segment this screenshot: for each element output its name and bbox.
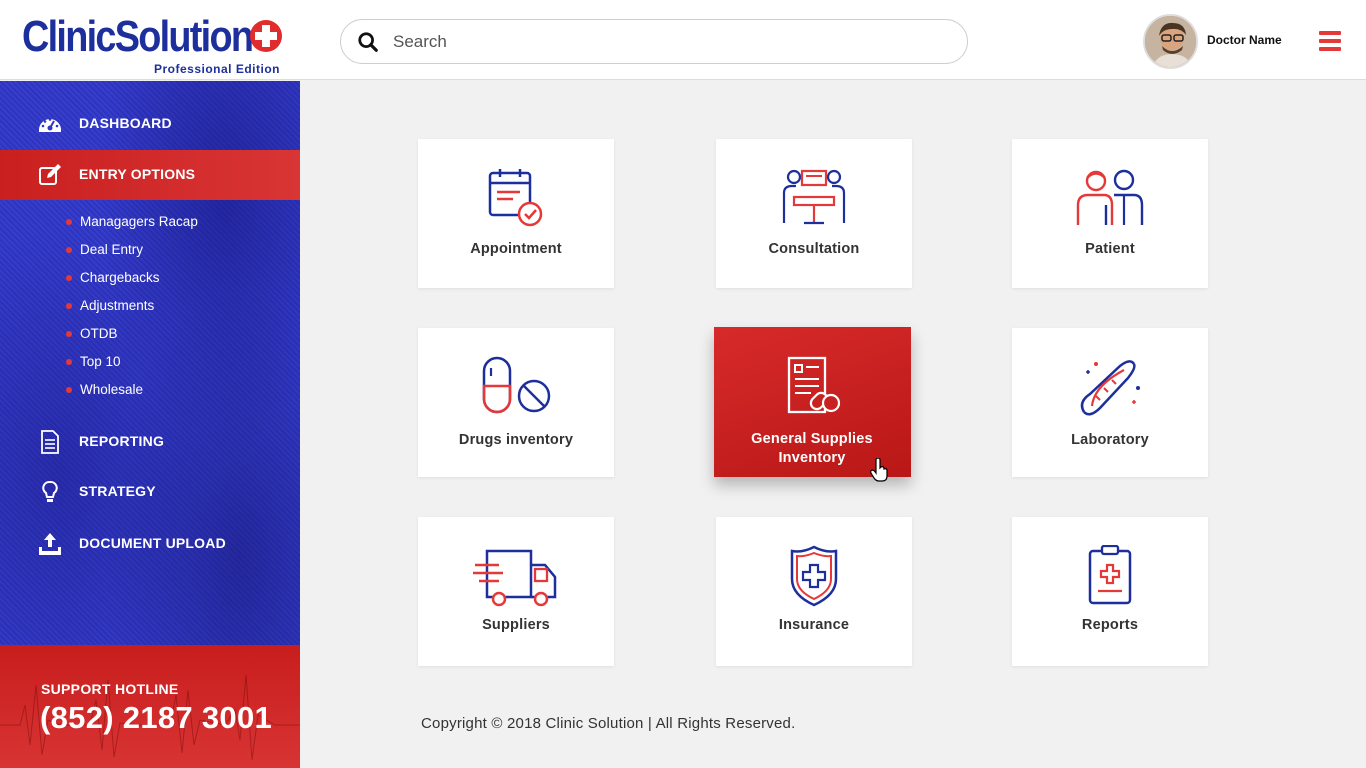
search-icon[interactable] xyxy=(357,31,379,53)
card-label: Drugs inventory xyxy=(458,432,574,448)
card-insurance[interactable]: Insurance xyxy=(716,517,912,666)
card-suppliers[interactable]: Suppliers xyxy=(418,517,614,666)
hamburger-menu-icon[interactable] xyxy=(1319,31,1341,51)
card-label: Suppliers xyxy=(482,617,550,633)
document-icon xyxy=(41,430,59,454)
bullet-icon xyxy=(66,303,72,309)
sidebar-item-label: DASHBOARD xyxy=(79,115,172,131)
card-appointment[interactable]: Appointment xyxy=(418,139,614,288)
sidebar-item-label: REPORTING xyxy=(79,433,165,449)
calendar-check-icon xyxy=(488,169,543,227)
avatar[interactable] xyxy=(1143,14,1198,69)
card-label: Insurance xyxy=(778,617,850,633)
sidebar-item-entry-options[interactable]: ENTRY OPTIONS xyxy=(0,150,300,200)
search-bar[interactable] xyxy=(340,19,968,64)
card-label: Consultation xyxy=(768,241,860,257)
sidebar-item-dashboard[interactable]: DASHBOARD xyxy=(0,99,300,149)
sidebar-item-document-upload[interactable]: DOCUMENT UPLOAD xyxy=(0,519,300,569)
logo-text: ClinicSolution xyxy=(22,12,254,61)
card-label-line1: General Supplies xyxy=(751,431,873,447)
bullet-icon xyxy=(66,387,72,393)
card-label: Patient xyxy=(1085,241,1135,257)
dashboard-gauge-icon xyxy=(39,118,61,132)
delivery-truck-icon xyxy=(473,549,557,607)
shield-cross-icon xyxy=(790,545,838,607)
card-label: Laboratory xyxy=(1071,432,1149,448)
card-consultation[interactable]: Consultation xyxy=(716,139,912,288)
card-label: Reports xyxy=(1081,617,1139,633)
patient-people-icon xyxy=(1076,169,1144,225)
sidebar-item-label: DOCUMENT UPLOAD xyxy=(79,535,226,551)
hotline-phone[interactable]: (852) 2187 3001 xyxy=(40,700,272,736)
search-input[interactable] xyxy=(393,28,953,56)
supplies-list-icon xyxy=(787,356,841,414)
pill-icon xyxy=(482,356,551,414)
bullet-icon xyxy=(66,219,72,225)
clipboard-cross-icon xyxy=(1088,545,1132,605)
card-label: Appointment xyxy=(470,241,562,257)
sidebar-item-label: ENTRY OPTIONS xyxy=(79,166,196,182)
sidebar: DASHBOARD ENTRY OPTIONS Managagers Racap… xyxy=(0,81,300,645)
support-hotline-panel: SUPPORT HOTLINE (852) 2187 3001 xyxy=(0,645,300,768)
hotline-label: SUPPORT HOTLINE xyxy=(41,681,179,697)
sidebar-item-label: STRATEGY xyxy=(79,483,156,499)
card-reports[interactable]: Reports xyxy=(1012,517,1208,666)
bullet-icon xyxy=(66,331,72,337)
bullet-icon xyxy=(66,247,72,253)
bullet-icon xyxy=(66,359,72,365)
sidebar-item-reporting[interactable]: REPORTING xyxy=(0,417,300,467)
card-laboratory[interactable]: Laboratory xyxy=(1012,328,1208,477)
hand-cursor-icon xyxy=(870,458,888,482)
doctor-name[interactable]: Doctor Name xyxy=(1207,33,1282,47)
top-header: ClinicSolution Professional Edition Doct… xyxy=(0,0,1366,80)
logo[interactable]: ClinicSolution Professional Edition xyxy=(22,10,284,76)
card-patient[interactable]: Patient xyxy=(1012,139,1208,288)
bullet-icon xyxy=(66,275,72,281)
medical-cross-icon xyxy=(250,20,282,52)
card-general-supplies-inventory[interactable]: General Supplies Inventory xyxy=(714,327,911,477)
card-drugs-inventory[interactable]: Drugs inventory xyxy=(418,328,614,477)
logo-edition: Professional Edition xyxy=(153,62,280,76)
sidebar-item-strategy[interactable]: STRATEGY xyxy=(0,467,300,517)
edit-icon xyxy=(39,164,61,185)
dna-icon xyxy=(1080,360,1140,416)
upload-icon xyxy=(39,533,61,555)
copyright-text: Copyright © 2018 Clinic Solution | All R… xyxy=(421,715,796,732)
lightbulb-icon xyxy=(42,480,58,502)
consultation-desk-icon xyxy=(782,169,846,225)
